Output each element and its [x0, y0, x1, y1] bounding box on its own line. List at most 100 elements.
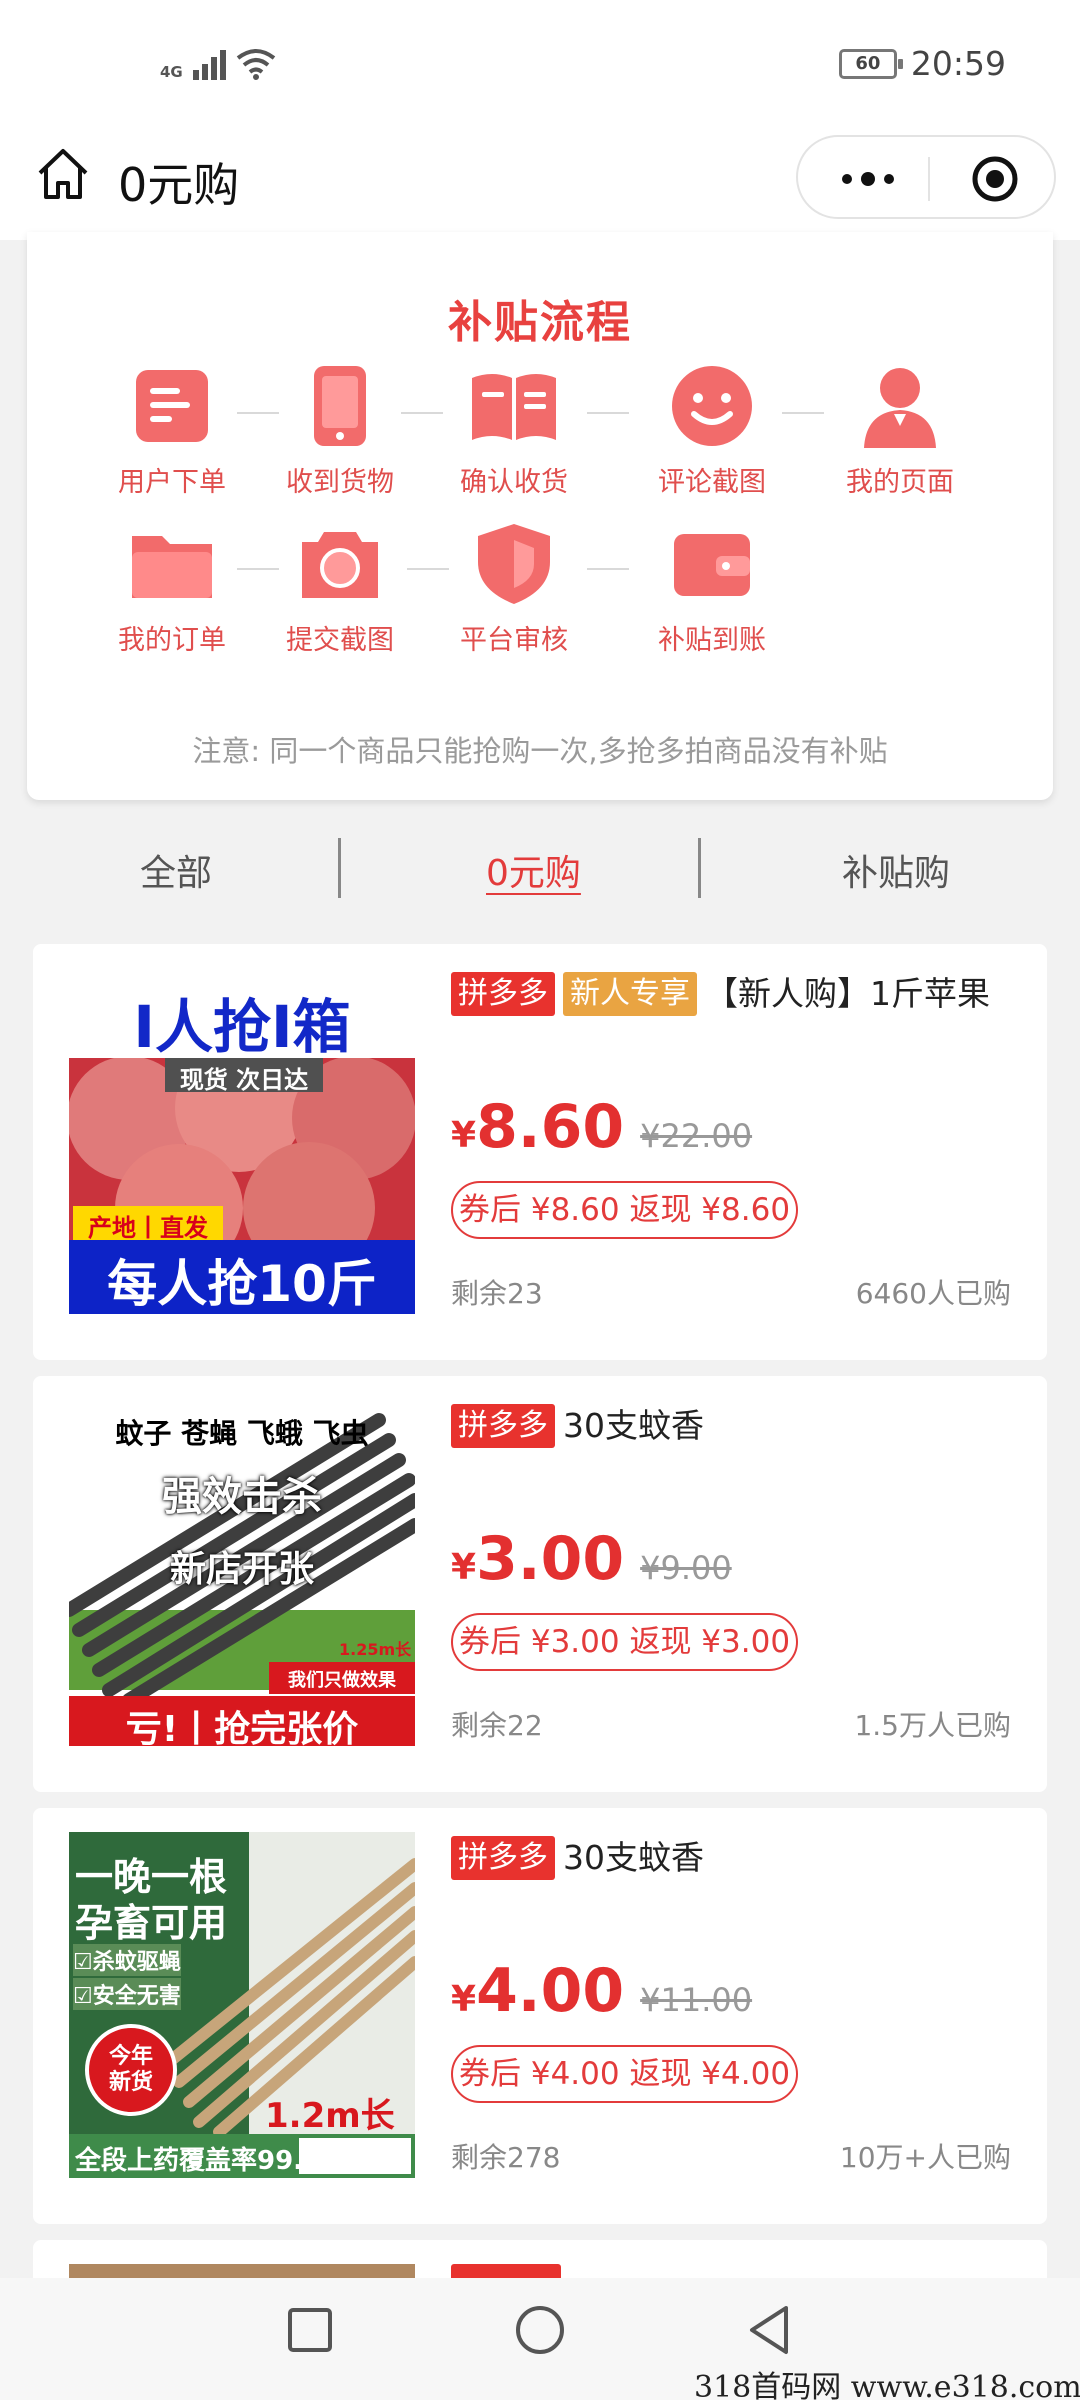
product-info: 拼多多 30支蚊香	[451, 1832, 1021, 1884]
image-new-badge: 今年新货	[108, 2044, 153, 2095]
smile-icon	[672, 366, 752, 446]
home-icon[interactable]	[34, 145, 92, 203]
system-nav-bar: 318首码网 www.e318.com	[0, 2278, 1080, 2400]
price-row: ¥ 4.00 ¥11.00	[451, 1956, 752, 2026]
wallet-icon	[674, 534, 750, 596]
step-label: 确认收货	[460, 467, 568, 498]
original-price: ¥22.00	[640, 1117, 753, 1155]
folder-icon	[132, 536, 212, 598]
sold-count: 1.5万人已购	[854, 1709, 1011, 1742]
product-card[interactable]: 蚊子 苍蝇 飞蛾 飞虫 强效击杀 新店开张 1.25m长 我们只做效果 亏!丨抢…	[33, 1376, 1047, 1792]
home-circle-icon[interactable]	[512, 2302, 568, 2358]
step-label: 提交截图	[286, 625, 394, 656]
category-tabs: 全部 0元购 补贴购	[0, 820, 1080, 920]
product-title-line: 拼多多 30支蚊香	[451, 1832, 1021, 1884]
clock: 20:59	[910, 44, 1006, 83]
step-label: 补贴到账	[658, 625, 766, 656]
product-card[interactable]: I人抢I箱 现货 次日达 产地丨直发 每人抢10斤 拼多多 新人专享 【新人购】1斤…	[33, 944, 1047, 1360]
image-caption: 新店开张	[169, 1549, 314, 1590]
product-title-line: 拼多多 30支蚊香	[451, 1400, 1021, 1452]
nav-bar: 0元购	[0, 135, 1080, 240]
sale-price: 8.60	[476, 1092, 625, 1162]
price-row: ¥ 8.60 ¥22.00	[451, 1092, 752, 1162]
original-price: ¥9.00	[640, 1549, 732, 1587]
close-target-icon[interactable]	[971, 155, 1019, 203]
image-badge: 现货 次日达	[179, 1066, 309, 1094]
currency-symbol: ¥	[451, 1547, 477, 1588]
status-bar: 4G 60 20:59	[0, 0, 1080, 135]
image-footer: 亏!丨抢完张价	[125, 1709, 359, 1746]
image-subheadline: 强效击杀	[162, 1474, 322, 1520]
image-length: 1.25m长	[339, 1640, 412, 1659]
tab-all[interactable]: 全部	[140, 844, 212, 896]
currency-symbol: ¥	[451, 1979, 477, 2020]
product-title: 【新人购】1斤苹果	[705, 974, 990, 1013]
network-label: 4G	[160, 63, 183, 81]
open-book-icon	[472, 374, 556, 440]
image-length: 1.2m长	[265, 2096, 395, 2136]
product-image[interactable]: 一晚一根 孕畜可用 ☑杀蚊驱蝇 ☑安全无害 今年新货 1.2m长 全段上药覆盖率…	[69, 1832, 415, 2178]
image-subheadline: 孕畜可用	[75, 1901, 228, 1945]
signal-icon	[192, 48, 226, 80]
recent-apps-icon[interactable]	[282, 2302, 338, 2358]
new-user-tag: 新人专享	[563, 972, 697, 1016]
price-row: ¥ 3.00 ¥9.00	[451, 1524, 732, 1594]
user-icon	[864, 368, 936, 448]
coupon-badge: 券后 ¥4.00 返现 ¥4.00	[451, 2045, 799, 2103]
product-card[interactable]: 一晚一根 孕畜可用 ☑杀蚊驱蝇 ☑安全无害 今年新货 1.2m长 全段上药覆盖率…	[33, 1808, 1047, 2224]
capsule-divider	[928, 157, 930, 201]
process-step-confirm-receipt: 确认收货	[429, 364, 599, 499]
image-origin-tag: 产地丨直发	[88, 1214, 208, 1242]
product-title: 30支蚊香	[563, 1406, 704, 1445]
step-label: 平台审核	[460, 625, 568, 656]
original-price: ¥11.00	[640, 1981, 753, 2019]
product-image[interactable]: I人抢I箱 现货 次日达 产地丨直发 每人抢10斤	[69, 968, 415, 1314]
step-label: 用户下单	[118, 467, 226, 498]
product-info: 拼多多 30支蚊香	[451, 1400, 1021, 1452]
page-title: 0元购	[118, 158, 240, 212]
process-step-my-orders: 我的订单	[87, 522, 257, 657]
platform-tag: 拼多多	[451, 972, 555, 1016]
image-headline: 蚊子 苍蝇 飞蛾 飞虫	[115, 1417, 369, 1450]
tab-zero-purchase[interactable]: 0元购	[486, 844, 581, 896]
image-headline: I人抢I箱	[133, 993, 351, 1061]
shield-icon	[478, 524, 550, 604]
image-feature-1: ☑杀蚊驱蝇	[73, 1944, 181, 1976]
product-title-line: 拼多多 新人专享 【新人购】1斤苹果	[451, 968, 1021, 1020]
process-step-receive-goods: 收到货物	[255, 364, 425, 499]
stock-remaining: 剩余22	[451, 1709, 543, 1742]
status-left: 4G	[160, 46, 276, 80]
product-image[interactable]: 蚊子 苍蝇 飞蛾 飞虫 强效击杀 新店开张 1.25m长 我们只做效果 亏!丨抢…	[69, 1400, 415, 1746]
image-footer: 每人抢10斤	[107, 1255, 377, 1313]
process-step-submit-screenshot: 提交截图	[255, 522, 425, 657]
back-icon[interactable]	[742, 2302, 798, 2358]
image-effect-note: 我们只做效果	[288, 1670, 396, 1691]
step-label: 收到货物	[286, 467, 394, 498]
coupon-badge: 券后 ¥8.60 返现 ¥8.60	[451, 1181, 799, 1239]
miniprogram-capsule	[796, 135, 1056, 219]
subsidy-process-card: 补贴流程 用户下单 收到货物 确认收货 评论截图 我的页面 我的订单 提交截图 …	[27, 232, 1053, 800]
status-right: 60 20:59	[838, 44, 1006, 83]
sale-price: 3.00	[476, 1524, 625, 1594]
process-step-platform-review: 平台审核	[429, 522, 599, 657]
notice-text: 注意: 同一个商品只能抢购一次,多抢多拍商品没有补贴	[192, 734, 888, 768]
image-footer: 全段上药覆盖率99.99%	[75, 2146, 366, 2176]
currency-symbol: ¥	[451, 1115, 477, 1156]
sold-count: 6460人已购	[855, 1277, 1011, 1310]
step-label: 评论截图	[658, 467, 766, 498]
process-step-review-screenshot: 评论截图	[627, 364, 797, 499]
sale-price: 4.00	[476, 1956, 625, 2026]
stock-remaining: 剩余278	[451, 2141, 561, 2174]
stock-remaining: 剩余23	[451, 1277, 543, 1310]
phone-icon	[314, 366, 366, 446]
battery-icon: 60	[838, 48, 903, 79]
platform-tag: 拼多多	[451, 1404, 555, 1448]
tab-divider	[698, 838, 701, 898]
more-icon[interactable]	[828, 161, 908, 197]
wifi-icon	[236, 49, 275, 80]
step-label: 我的页面	[846, 467, 954, 498]
order-list-icon	[136, 370, 208, 442]
tab-subsidy-purchase[interactable]: 补贴购	[842, 844, 950, 896]
process-step-user-order: 用户下单	[87, 364, 257, 499]
product-info: 拼多多 新人专享 【新人购】1斤苹果	[451, 968, 1021, 1020]
